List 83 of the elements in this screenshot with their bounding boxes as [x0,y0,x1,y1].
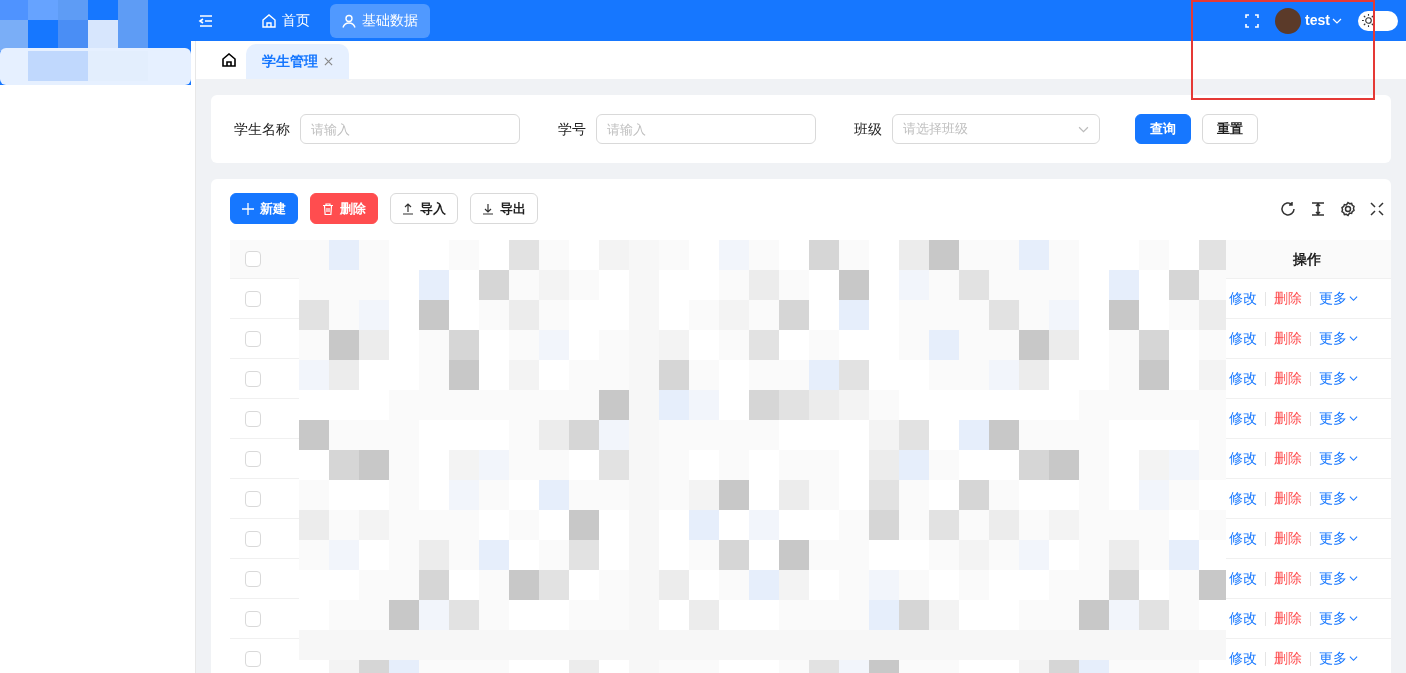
checkbox[interactable] [245,370,261,387]
action-link[interactable]: 更多 [1319,288,1358,309]
action-link[interactable]: 删除 [1274,528,1302,549]
caret-icon [1349,494,1358,503]
theme-toggle[interactable] [1358,10,1398,31]
column-header: 操作 [1293,249,1321,269]
caret-icon [1349,414,1358,423]
nav-tab[interactable]: 基础数据 [330,3,430,38]
download-icon [482,202,494,215]
input-field[interactable]: 请输入 [300,114,520,144]
checkbox[interactable] [245,450,261,467]
action-link[interactable]: 修改 [1229,488,1257,509]
action-link[interactable]: 删除 [1274,568,1302,589]
checkbox[interactable] [245,251,261,267]
checkbox[interactable] [245,610,261,627]
page-tab[interactable]: 学生管理 [246,44,349,79]
action-link[interactable]: 修改 [1229,328,1257,349]
caret-icon [1349,574,1358,583]
action-link[interactable]: 修改 [1229,608,1257,629]
caret-icon [1349,654,1358,663]
toolbar-button[interactable]: 导出 [470,193,538,224]
action-link[interactable]: 修改 [1229,368,1257,389]
caret-icon [1349,614,1358,623]
action-link[interactable]: 修改 [1229,648,1257,669]
action-link[interactable]: 更多 [1319,608,1358,629]
fullscreen-icon[interactable] [1370,201,1384,216]
user-name[interactable]: test [1305,10,1330,31]
toolbar-button[interactable]: 导入 [390,193,458,224]
plus-icon [242,202,254,215]
checkbox[interactable] [245,490,261,507]
action-link[interactable]: 修改 [1229,568,1257,589]
action-link[interactable]: 删除 [1274,288,1302,309]
trash-icon [322,202,334,215]
field-label: 班级 [854,119,882,139]
action-link[interactable]: 修改 [1229,528,1257,549]
action-link[interactable]: 删除 [1274,488,1302,509]
settings-icon[interactable] [1340,200,1356,217]
action-link[interactable]: 更多 [1319,488,1358,509]
refresh-icon[interactable] [1280,200,1296,217]
caret-icon [1349,334,1358,343]
user-icon [342,13,356,28]
action-link[interactable]: 修改 [1229,408,1257,429]
action-link[interactable]: 删除 [1274,328,1302,349]
upload-icon [402,202,414,215]
nav-tab[interactable]: 首页 [250,3,322,38]
home-icon[interactable] [222,53,236,67]
toolbar-button[interactable]: 删除 [310,193,378,224]
field-label: 学生名称 [234,119,290,139]
caret-icon [1349,534,1358,543]
action-link[interactable]: 修改 [1229,448,1257,469]
action-link[interactable]: 更多 [1319,328,1358,349]
action-link[interactable]: 更多 [1319,568,1358,589]
menu-fold-icon[interactable] [198,12,214,29]
action-link[interactable]: 修改 [1229,288,1257,309]
caret-icon [1349,374,1358,383]
sun-icon [1362,14,1375,27]
action-link[interactable]: 更多 [1319,528,1358,549]
caret-icon [1349,294,1358,303]
checkbox[interactable] [245,530,261,547]
action-link[interactable]: 更多 [1319,368,1358,389]
button[interactable]: 查询 [1135,114,1191,144]
home-icon [262,13,276,28]
action-link[interactable]: 删除 [1274,448,1302,469]
caret-icon [1349,454,1358,463]
checkbox[interactable] [245,650,261,667]
avatar[interactable] [1275,7,1302,34]
checkbox[interactable] [245,410,261,427]
checkbox[interactable] [245,570,261,587]
toolbar-button[interactable]: 新建 [230,193,298,224]
column-height-icon[interactable] [1310,200,1326,217]
action-link[interactable]: 更多 [1319,408,1358,429]
checkbox[interactable] [245,330,261,347]
action-link[interactable]: 更多 [1319,448,1358,469]
action-link[interactable]: 删除 [1274,368,1302,389]
action-link[interactable]: 删除 [1274,608,1302,629]
action-link[interactable]: 删除 [1274,648,1302,669]
action-link[interactable]: 更多 [1319,648,1358,669]
button[interactable]: 重置 [1202,114,1258,144]
action-link[interactable]: 删除 [1274,408,1302,429]
input-field[interactable]: 请输入 [596,114,816,144]
checkbox[interactable] [245,290,261,307]
close-icon[interactable] [324,57,333,66]
field-label: 学号 [558,119,586,139]
